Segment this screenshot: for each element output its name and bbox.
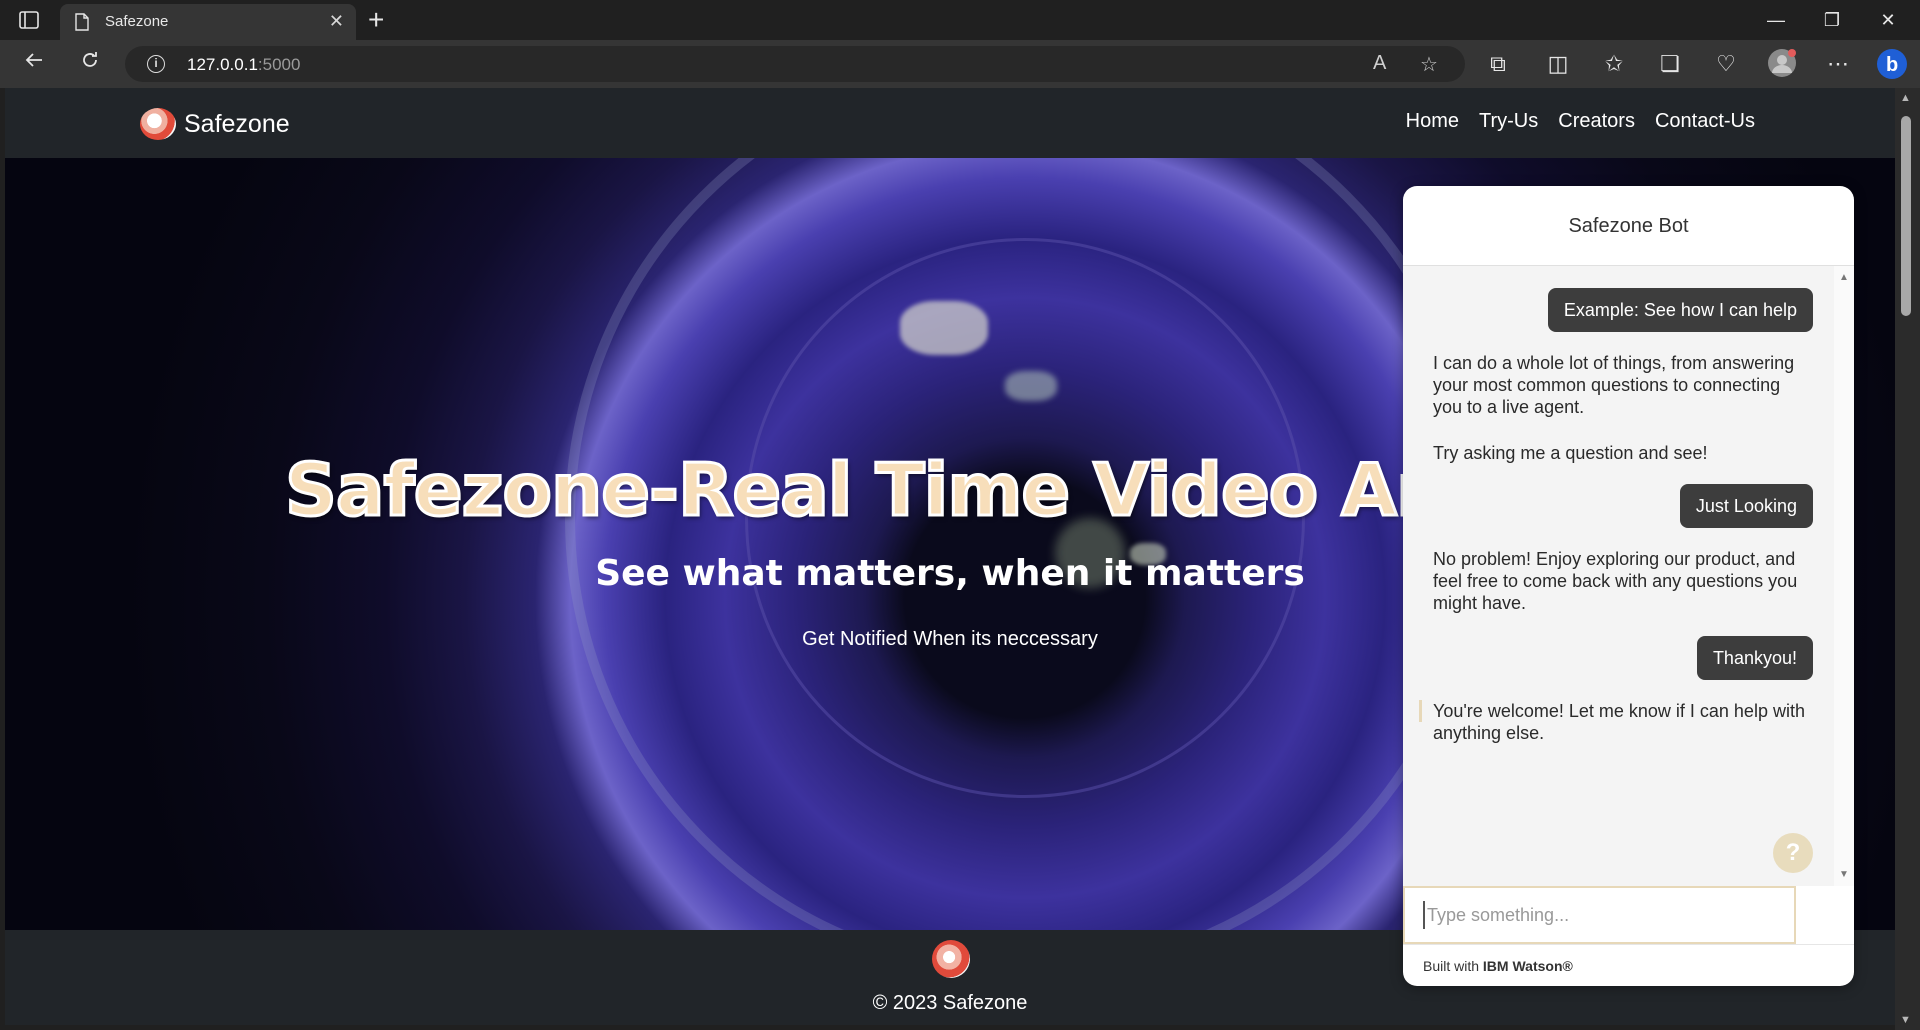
lens-flare-decoration	[1005, 371, 1057, 401]
tab-close-icon[interactable]: ✕	[329, 11, 344, 32]
scroll-up-icon[interactable]: ▲	[1900, 92, 1911, 104]
split-screen-icon[interactable]: ◫	[1542, 48, 1574, 80]
extensions-icon[interactable]: ⧉	[1482, 48, 1514, 80]
nav-link-home[interactable]: Home	[1406, 110, 1459, 133]
chatbot-panel: Safezone Bot Example: See how I can help…	[1403, 186, 1854, 986]
brand-name: Safezone	[184, 109, 290, 138]
hero-title: Safezone-Real Time Video Ana	[284, 447, 1497, 534]
user-message[interactable]: Example: See how I can help	[1547, 288, 1813, 332]
chat-scroll-up-icon[interactable]: ▲	[1839, 272, 1849, 283]
browser-toolbar: i 127.0.0.1:5000 A ☆ ⧉ ◫ ✩ ❏ ♡ ⋯ b	[0, 40, 1920, 88]
page-scrollbar[interactable]: ▲ ▼	[1895, 88, 1920, 1030]
bot-message: Try asking me a question and see!	[1433, 443, 1708, 463]
tab-actions-icon[interactable]	[18, 10, 40, 30]
lens-flare-decoration	[900, 301, 988, 355]
chat-input-box[interactable]	[1403, 886, 1796, 944]
footer-copyright: © 2023 Safezone	[872, 992, 1028, 1014]
help-icon[interactable]: ?	[1773, 833, 1813, 873]
address-bar[interactable]: i 127.0.0.1:5000 A ☆	[125, 46, 1465, 82]
browser-tab[interactable]: Safezone ✕	[60, 4, 356, 40]
scrollbar-thumb[interactable]	[1901, 116, 1911, 316]
chat-input[interactable]	[1423, 901, 1783, 929]
tab-title: Safezone	[105, 13, 169, 30]
minimize-icon[interactable]: —	[1752, 0, 1800, 40]
close-window-icon[interactable]: ✕	[1864, 0, 1912, 40]
ibm-watson-link[interactable]: IBM Watson®	[1483, 958, 1573, 974]
nav-link-creators[interactable]: Creators	[1558, 110, 1635, 133]
brand-logo-icon	[140, 108, 176, 140]
bot-message-marker	[1419, 700, 1422, 722]
footer-logo-icon	[932, 940, 970, 978]
svg-text:b: b	[1886, 54, 1898, 76]
browser-essentials-icon[interactable]: ♡	[1710, 48, 1742, 80]
user-message[interactable]: Just Looking	[1679, 484, 1813, 528]
nav-link-contact-us[interactable]: Contact-Us	[1655, 110, 1755, 133]
site-navbar: Safezone Home Try-Us Creators Contact-Us	[5, 88, 1895, 158]
chat-messages: Example: See how I can help I can do a w…	[1403, 266, 1854, 886]
bot-message: No problem! Enjoy exploring our product,…	[1433, 549, 1798, 613]
nav-links: Home Try-Us Creators Contact-Us	[1406, 110, 1755, 133]
site-info-icon[interactable]: i	[147, 55, 165, 73]
favorite-star-icon[interactable]: ☆	[1420, 52, 1438, 77]
read-aloud-icon[interactable]: A	[1373, 52, 1386, 75]
back-icon[interactable]	[18, 48, 50, 80]
nav-link-try-us[interactable]: Try-Us	[1479, 110, 1538, 133]
chat-scroll-down-icon[interactable]: ▼	[1839, 869, 1849, 880]
favorites-icon[interactable]: ✩	[1598, 48, 1630, 80]
restore-icon[interactable]: ❐	[1808, 0, 1856, 40]
browser-tab-bar: Safezone ✕ + — ❐ ✕	[0, 0, 1920, 40]
bot-message: I can do a whole lot of things, from ans…	[1433, 353, 1795, 417]
collections-icon[interactable]: ❏	[1654, 48, 1686, 80]
user-message[interactable]: Thankyou!	[1696, 636, 1813, 680]
profile-avatar-icon[interactable]	[1766, 48, 1798, 80]
bot-message: You're welcome! Let me know if I can hel…	[1433, 701, 1805, 743]
chat-scrollbar[interactable]: ▲ ▼	[1834, 266, 1854, 886]
new-tab-button[interactable]: +	[368, 4, 384, 36]
chatbot-title: Safezone Bot	[1403, 186, 1854, 266]
brand[interactable]: Safezone	[140, 106, 290, 142]
reload-icon[interactable]	[74, 48, 106, 80]
scroll-down-icon[interactable]: ▼	[1900, 1014, 1911, 1026]
url-text: 127.0.0.1:5000	[187, 55, 301, 74]
bing-copilot-icon[interactable]: b	[1876, 48, 1908, 80]
page-icon	[75, 13, 89, 31]
settings-more-icon[interactable]: ⋯	[1822, 48, 1854, 80]
chat-footer: Built with IBM Watson®	[1403, 944, 1854, 986]
